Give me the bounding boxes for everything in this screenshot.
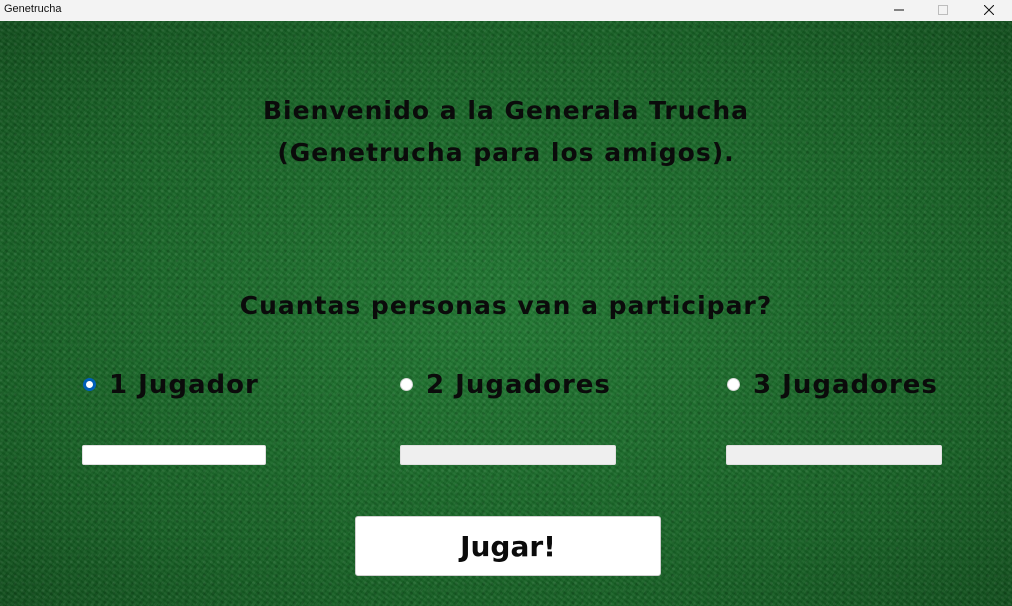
radio-button-1[interactable] [83,378,96,391]
window-title: Genetrucha [4,3,62,15]
player-3-name-input[interactable] [726,445,942,465]
play-button[interactable]: Jugar! [355,516,661,576]
radio-label-3: 3 Jugadores [753,370,938,400]
minimize-icon [894,9,904,11]
radio-label-1: 1 Jugador [109,370,259,400]
radio-button-2[interactable] [400,378,413,391]
radio-label-2: 2 Jugadores [426,370,611,400]
player-count-question: Cuantas personas van a participar? [239,291,773,320]
player-2-name-input[interactable] [400,445,616,465]
radio-button-3[interactable] [727,378,740,391]
minimize-button[interactable] [876,0,922,21]
maximize-button[interactable] [920,0,966,21]
welcome-subtitle: (Genetrucha para los amigos). [277,138,735,167]
close-button[interactable] [966,0,1012,21]
welcome-title: Bienvenido a la Generala Trucha [263,96,749,125]
maximize-icon [938,5,948,15]
game-setup-panel: Bienvenido a la Generala Trucha (Genetru… [0,21,1012,606]
close-icon [984,5,994,15]
player-1-name-input[interactable] [82,445,266,465]
title-bar: Genetrucha [0,0,1012,21]
